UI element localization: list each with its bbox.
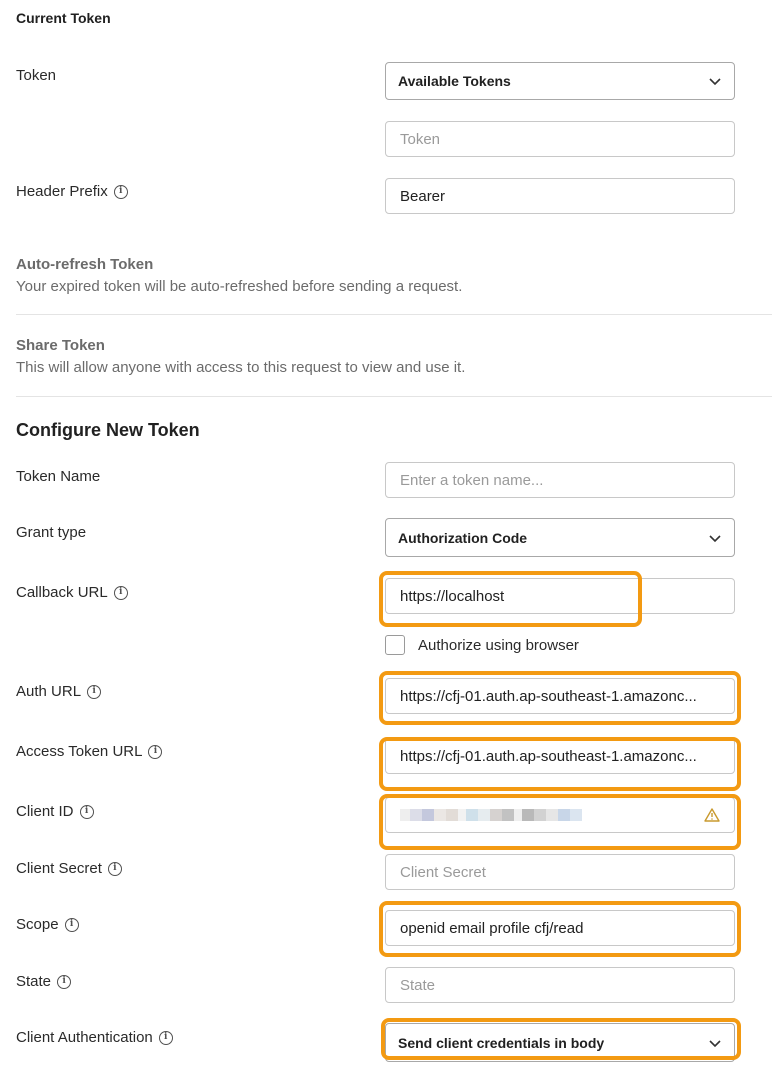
highlight-access-token-url <box>379 737 741 791</box>
client-secret-placeholder: Client Secret <box>400 863 486 881</box>
access-token-url-label-text: Access Token URL <box>16 743 143 760</box>
authorize-browser-label: Authorize using browser <box>418 637 579 654</box>
token-label-text: Token <box>16 67 57 84</box>
client-auth-label: Client Authentication i <box>16 1029 173 1046</box>
token-name-input[interactable]: Enter a token name... <box>385 462 735 498</box>
divider <box>16 396 772 397</box>
state-input[interactable]: State <box>385 967 735 1003</box>
grant-type-label-text: Grant type <box>16 524 87 541</box>
highlight-callback-url <box>379 571 642 627</box>
chevron-down-icon <box>709 78 721 86</box>
client-auth-label-text: Client Authentication <box>16 1029 153 1046</box>
grant-type-select[interactable]: Authorization Code <box>385 518 735 557</box>
access-token-url-label: Access Token URL i <box>16 743 163 760</box>
callback-url-label-text: Callback URL <box>16 584 108 601</box>
header-prefix-label: Header Prefix i <box>16 183 128 200</box>
info-icon[interactable]: i <box>79 804 94 819</box>
available-tokens-select[interactable]: Available Tokens <box>385 62 735 100</box>
info-icon[interactable]: i <box>57 974 72 989</box>
state-placeholder: State <box>400 976 436 994</box>
share-token-desc: This will allow anyone with access to th… <box>16 359 466 376</box>
highlight-client-auth <box>381 1018 741 1060</box>
current-token-title: Current Token <box>16 10 111 26</box>
info-icon[interactable]: i <box>148 744 163 759</box>
state-label-text: State <box>16 973 52 990</box>
auth-url-label-text: Auth URL <box>16 683 82 700</box>
token-placeholder: Token <box>400 130 441 148</box>
info-icon[interactable]: i <box>87 684 102 699</box>
client-secret-label-text: Client Secret <box>16 860 102 877</box>
available-tokens-value: Available Tokens <box>398 73 511 89</box>
divider <box>16 314 772 315</box>
auth-url-label: Auth URL i <box>16 683 102 700</box>
token-name-placeholder: Enter a token name... <box>400 471 544 489</box>
client-id-label-text: Client ID <box>16 803 74 820</box>
state-label: State i <box>16 973 72 990</box>
info-icon[interactable]: i <box>158 1030 173 1045</box>
client-id-label: Client ID i <box>16 803 94 820</box>
client-secret-label: Client Secret i <box>16 860 122 877</box>
header-prefix-input[interactable]: Bearer <box>385 178 735 214</box>
auto-refresh-desc: Your expired token will be auto-refreshe… <box>16 278 463 295</box>
token-input[interactable]: Token <box>385 121 735 157</box>
highlight-scope <box>379 901 741 957</box>
info-icon[interactable]: i <box>64 917 79 932</box>
highlight-client-id <box>379 794 741 850</box>
client-secret-input[interactable]: Client Secret <box>385 854 735 890</box>
authorize-browser-checkbox[interactable] <box>385 635 405 655</box>
configure-title: Configure New Token <box>16 420 200 440</box>
token-name-label-text: Token Name <box>16 468 101 485</box>
grant-type-label: Grant type <box>16 524 86 541</box>
share-token-title: Share Token <box>16 337 105 354</box>
scope-label: Scope i <box>16 916 79 933</box>
info-icon[interactable]: i <box>107 861 122 876</box>
scope-label-text: Scope <box>16 916 59 933</box>
info-icon[interactable]: i <box>113 184 128 199</box>
grant-type-value: Authorization Code <box>398 529 528 546</box>
highlight-auth-url <box>379 671 741 725</box>
token-name-label: Token Name <box>16 468 100 485</box>
chevron-down-icon <box>709 534 721 542</box>
header-prefix-value: Bearer <box>400 187 446 205</box>
header-prefix-label-text: Header Prefix <box>16 183 108 200</box>
callback-url-label: Callback URL i <box>16 584 128 601</box>
auto-refresh-title: Auto-refresh Token <box>16 256 154 273</box>
info-icon[interactable]: i <box>113 585 128 600</box>
token-label: Token <box>16 67 56 84</box>
